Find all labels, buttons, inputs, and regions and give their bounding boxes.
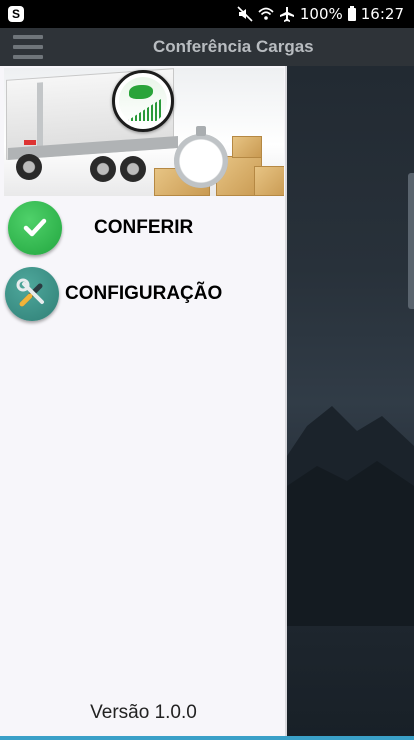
- battery-icon: [347, 5, 356, 21]
- mountain-silhouette: [287, 406, 414, 626]
- stopwatch-graphic: [174, 126, 228, 188]
- hamburger-menu-icon[interactable]: [13, 33, 43, 61]
- app-version: Versão 1.0.0: [90, 702, 197, 723]
- menu-item-conferir[interactable]: CONFERIR: [0, 198, 287, 258]
- battery-percent: 100%: [299, 5, 343, 23]
- app-bar: Conferência Cargas: [0, 28, 414, 66]
- status-time: 16:27: [360, 5, 404, 23]
- navigation-drawer: CONFERIR CONFIGURAÇÃO Versão 1.0.0: [0, 66, 287, 740]
- truck-wheel: [90, 156, 116, 182]
- truck-wheel: [120, 156, 146, 182]
- mute-icon: [237, 6, 253, 22]
- menu-item-label: CONFIGURAÇÃO: [65, 283, 223, 304]
- menu-item-label: CONFERIR: [94, 217, 194, 238]
- scrollbar-thumb[interactable]: [408, 173, 414, 309]
- status-icons: 100% 16:27: [237, 0, 404, 28]
- drawer-header-image: [4, 68, 284, 196]
- check-circle-icon: [8, 201, 62, 255]
- tools-icon: [5, 267, 59, 321]
- status-bar: S 100% 16:27: [0, 0, 414, 28]
- app-logo: [112, 70, 174, 132]
- cargo-box: [232, 136, 262, 158]
- app-screen: S 100% 16:27 Conferência Cargas CONFERIR…: [0, 0, 414, 740]
- cargo-box: [254, 166, 284, 196]
- notification-app-icon: S: [8, 6, 24, 22]
- menu-item-configuracao[interactable]: CONFIGURAÇÃO: [0, 264, 287, 324]
- airplane-icon: [279, 7, 294, 22]
- background-image: [287, 66, 414, 740]
- truck-wheel: [16, 154, 42, 180]
- app-title: Conferência Cargas: [153, 37, 314, 56]
- bottom-accent-line: [0, 736, 414, 740]
- wifi-icon: [258, 7, 274, 20]
